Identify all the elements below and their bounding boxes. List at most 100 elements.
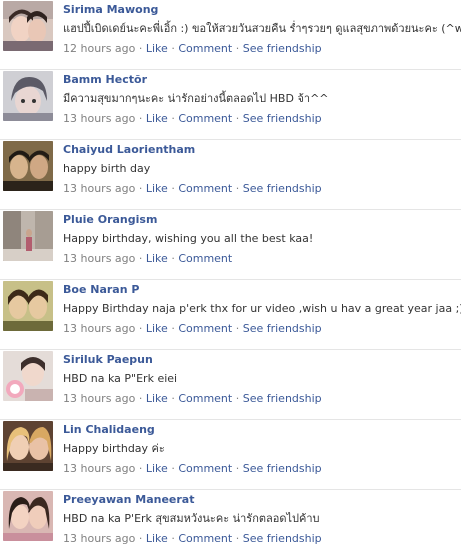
author-name[interactable]: Lin Chalidaeng: [63, 422, 455, 438]
separator: ·: [235, 322, 243, 335]
wall-post: Siriluk Paepun HBD na ka P"Erk eiei 13 h…: [0, 350, 461, 420]
avatar[interactable]: [3, 1, 53, 51]
post-meta: 13 hours ago · Like · Comment · See frie…: [63, 111, 455, 127]
post-content: Boe Naran P Happy Birthday naja p'erk th…: [63, 282, 461, 337]
post-content: Chaiyud Laorientham happy birth day 13 h…: [63, 142, 455, 197]
wall-post: Pluie Orangism Happy birthday, wishing y…: [0, 210, 461, 280]
author-name[interactable]: Boe Naran P: [63, 282, 455, 298]
comment-link[interactable]: Comment: [178, 182, 232, 195]
separator: ·: [138, 392, 146, 405]
separator: ·: [138, 252, 146, 265]
separator: ·: [235, 112, 243, 125]
birthday-wall-feed: Sirima Mawong แฮปปี้เบิดเดย์นะคะพี่เอิ้ก…: [0, 0, 461, 560]
separator: ·: [138, 182, 146, 195]
author-name[interactable]: Preeyawan Maneerat: [63, 492, 455, 508]
comment-link[interactable]: Comment: [178, 42, 232, 55]
see-friendship-link[interactable]: See friendship: [243, 322, 322, 335]
post-message: Happy birthday ค่ะ: [63, 442, 165, 455]
post-content: Bamm Hectõr มีความสุขมากๆนะคะ น่ารักอย่า…: [63, 72, 455, 127]
post-content: Sirima Mawong แฮปปี้เบิดเดย์นะคะพี่เอิ้ก…: [63, 2, 461, 57]
wall-post: Preeyawan Maneerat HBD na ka P'Erk สุขสม…: [0, 490, 461, 560]
post-message: HBD na ka P"Erk eiei: [63, 372, 178, 385]
separator: ·: [235, 182, 243, 195]
profile-photo: [3, 71, 53, 121]
like-link[interactable]: Like: [146, 252, 168, 265]
profile-photo: [3, 491, 53, 541]
like-link[interactable]: Like: [146, 182, 168, 195]
avatar[interactable]: [3, 71, 53, 121]
post-meta: 13 hours ago · Like · Comment · See frie…: [63, 531, 455, 547]
separator: ·: [235, 42, 243, 55]
see-friendship-link[interactable]: See friendship: [243, 532, 322, 545]
author-name[interactable]: Bamm Hectõr: [63, 72, 455, 88]
separator: ·: [138, 462, 146, 475]
comment-link[interactable]: Comment: [178, 322, 232, 335]
like-link[interactable]: Like: [146, 42, 168, 55]
comment-link[interactable]: Comment: [178, 112, 232, 125]
timestamp: 13 hours ago: [63, 462, 136, 475]
separator: ·: [138, 112, 146, 125]
post-message: มีความสุขมากๆนะคะ น่ารักอย่างนี้ตลอดไป H…: [63, 92, 329, 105]
post-message: Happy birthday, wishing you all the best…: [63, 232, 314, 245]
see-friendship-link[interactable]: See friendship: [243, 182, 322, 195]
profile-photo: [3, 421, 53, 471]
see-friendship-link[interactable]: See friendship: [243, 392, 322, 405]
separator: ·: [235, 462, 243, 475]
author-name[interactable]: Siriluk Paepun: [63, 352, 455, 368]
post-content: Siriluk Paepun HBD na ka P"Erk eiei 13 h…: [63, 352, 455, 407]
avatar[interactable]: [3, 281, 53, 331]
comment-link[interactable]: Comment: [178, 392, 232, 405]
post-message: happy birth day: [63, 162, 151, 175]
like-link[interactable]: Like: [146, 322, 168, 335]
timestamp: 13 hours ago: [63, 322, 136, 335]
post-meta: 13 hours ago · Like · Comment: [63, 251, 455, 267]
author-name[interactable]: Sirima Mawong: [63, 2, 455, 18]
timestamp: 13 hours ago: [63, 532, 136, 545]
see-friendship-link[interactable]: See friendship: [243, 112, 322, 125]
post-message: Happy Birthday naja p'erk thx for ur vid…: [63, 302, 461, 315]
separator: ·: [138, 532, 146, 545]
comment-link[interactable]: Comment: [178, 462, 232, 475]
post-content: Preeyawan Maneerat HBD na ka P'Erk สุขสม…: [63, 492, 455, 547]
like-link[interactable]: Like: [146, 112, 168, 125]
see-friendship-link[interactable]: See friendship: [243, 42, 322, 55]
avatar[interactable]: [3, 491, 53, 541]
avatar[interactable]: [3, 211, 53, 261]
post-meta: 13 hours ago · Like · Comment · See frie…: [63, 461, 455, 477]
profile-photo: [3, 1, 53, 51]
comment-link[interactable]: Comment: [178, 532, 232, 545]
profile-photo: [3, 351, 53, 401]
profile-photo: [3, 211, 53, 261]
wall-post: Sirima Mawong แฮปปี้เบิดเดย์นะคะพี่เอิ้ก…: [0, 0, 461, 70]
post-content: Lin Chalidaeng Happy birthday ค่ะ 13 hou…: [63, 422, 455, 477]
post-meta: 13 hours ago · Like · Comment · See frie…: [63, 321, 455, 337]
author-name[interactable]: Chaiyud Laorientham: [63, 142, 455, 158]
timestamp: 13 hours ago: [63, 392, 136, 405]
wall-post: Lin Chalidaeng Happy birthday ค่ะ 13 hou…: [0, 420, 461, 490]
wall-post: Chaiyud Laorientham happy birth day 13 h…: [0, 140, 461, 210]
post-meta: 12 hours ago · Like · Comment · See frie…: [63, 41, 455, 57]
timestamp: 12 hours ago: [63, 42, 136, 55]
post-message: HBD na ka P'Erk สุขสมหวังนะคะ น่ารักตลอด…: [63, 512, 320, 525]
separator: ·: [235, 392, 243, 405]
wall-post: Bamm Hectõr มีความสุขมากๆนะคะ น่ารักอย่า…: [0, 70, 461, 140]
author-name[interactable]: Pluie Orangism: [63, 212, 455, 228]
comment-link[interactable]: Comment: [178, 252, 232, 265]
avatar[interactable]: [3, 421, 53, 471]
wall-post: Boe Naran P Happy Birthday naja p'erk th…: [0, 280, 461, 350]
avatar[interactable]: [3, 351, 53, 401]
separator: ·: [235, 532, 243, 545]
see-friendship-link[interactable]: See friendship: [243, 462, 322, 475]
like-link[interactable]: Like: [146, 392, 168, 405]
like-link[interactable]: Like: [146, 462, 168, 475]
separator: ·: [138, 42, 146, 55]
like-link[interactable]: Like: [146, 532, 168, 545]
post-meta: 13 hours ago · Like · Comment · See frie…: [63, 181, 455, 197]
separator: ·: [138, 322, 146, 335]
avatar[interactable]: [3, 141, 53, 191]
post-content: Pluie Orangism Happy birthday, wishing y…: [63, 212, 455, 267]
post-meta: 13 hours ago · Like · Comment · See frie…: [63, 391, 455, 407]
post-message: แฮปปี้เบิดเดย์นะคะพี่เอิ้ก :) ขอให้สวยวั…: [63, 22, 461, 35]
profile-photo: [3, 281, 53, 331]
timestamp: 13 hours ago: [63, 252, 136, 265]
